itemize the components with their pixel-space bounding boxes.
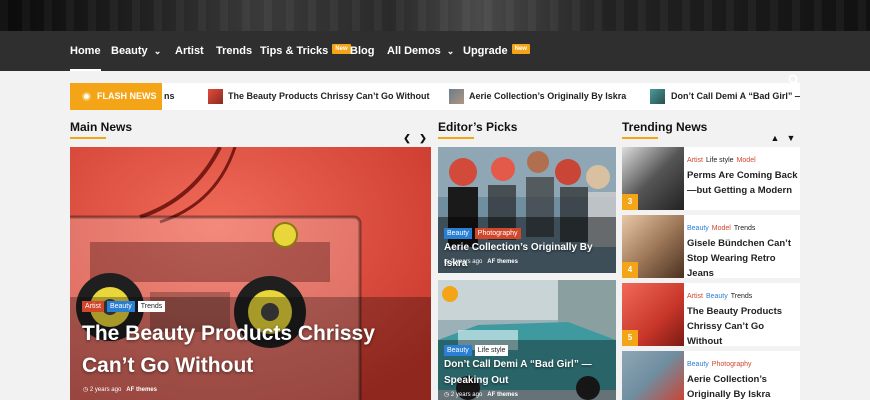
editors-pick-meta: ◷ 2 years ago AF themes — [444, 391, 518, 398]
trending-title[interactable]: Aerie Collection’s Originally By Iskra — [687, 372, 799, 400]
tag-beauty[interactable]: Beauty — [687, 361, 709, 368]
ticker-thumb — [449, 89, 464, 104]
trending-title[interactable]: Perms Are Coming Back—but Getting a Mode… — [687, 168, 799, 198]
tag-artist[interactable]: Artist — [687, 157, 703, 164]
ticker-item[interactable]: Aerie Collection’s Originally By Iskra — [469, 83, 626, 110]
nav-label: Upgrade — [463, 45, 508, 57]
clock-icon: ◷ — [444, 259, 450, 265]
header-banner — [0, 0, 870, 31]
tag-artist[interactable]: Artist — [687, 293, 703, 300]
trending-thumb — [622, 351, 684, 400]
flash-news-label: FLASH NEWS — [70, 83, 162, 110]
tag-beauty[interactable]: Beauty — [444, 228, 472, 239]
nav-item-artist[interactable]: Artist — [175, 31, 204, 71]
section-underline — [70, 137, 106, 139]
chevron-left-icon[interactable]: ❮ — [400, 131, 414, 145]
main-feature-tags: Artist Beauty Trends — [82, 301, 166, 312]
tag-photography[interactable]: Photography — [712, 361, 752, 368]
nav-item-upgrade[interactable]: Upgrade New — [463, 31, 530, 71]
clock-icon: ◷ — [444, 392, 450, 398]
trending-tags: Beauty Photography — [687, 361, 755, 368]
chevron-down-icon[interactable]: ▼ — [784, 131, 798, 145]
flash-news-bar: FLASH NEWS ns The Beauty Products Chriss… — [70, 83, 800, 110]
trending-item[interactable]: Beauty Photography Aerie Collection’s Ori… — [622, 351, 800, 400]
section-title-trending-news: Trending News — [622, 120, 708, 134]
editors-pick-meta: ◷ 2 years ago AF themes — [444, 258, 518, 265]
trending-rank: 4 — [622, 262, 638, 278]
tag-life-style[interactable]: Life style — [706, 157, 734, 164]
trending-tags: Artist Beauty Trends — [687, 293, 755, 300]
editors-pick-tags: Beauty Photography — [444, 228, 521, 239]
main-nav: Home Beauty ⌄ Artist Trends Tips & Tricks… — [0, 31, 870, 86]
tag-model[interactable]: Model — [712, 225, 731, 232]
editors-pick-title[interactable]: Don’t Call Demi A “Bad Girl” — Speaking … — [444, 357, 614, 389]
tag-trends[interactable]: Trends — [137, 301, 166, 312]
tag-trends[interactable]: Trends — [731, 293, 753, 300]
editors-pick-title[interactable]: Aerie Collection’s Originally By Iskra — [444, 240, 614, 272]
trending-title[interactable]: The Beauty Products Chrissy Can’t Go Wit… — [687, 304, 799, 349]
chevron-up-icon[interactable]: ▲ — [768, 131, 782, 145]
flash-label-text: FLASH NEWS — [97, 91, 157, 101]
nav-label: Artist — [175, 45, 204, 57]
ticker-item[interactable]: Don’t Call Demi A “Bad Girl” — — [671, 83, 800, 110]
trending-rank: 5 — [622, 330, 638, 346]
section-underline — [438, 137, 474, 139]
trending-tags: Artist Life style Model — [687, 157, 759, 164]
main-feature-meta: ◷ 2 years ago AF themes — [83, 386, 157, 393]
nav-item-all-demos[interactable]: All Demos ⌄ — [387, 31, 454, 71]
ticker-item[interactable]: ns — [164, 83, 175, 110]
tag-artist[interactable]: Artist — [82, 301, 104, 312]
main-feature-title[interactable]: The Beauty Products Chrissy Can’t Go Wit… — [82, 318, 427, 382]
nav-item-home[interactable]: Home — [70, 31, 101, 71]
section-underline — [622, 137, 658, 139]
chevron-down-icon: ⌄ — [446, 46, 455, 56]
ticker-item[interactable]: The Beauty Products Chrissy Can’t Go Wit… — [228, 83, 429, 110]
tag-photography[interactable]: Photography — [474, 228, 521, 239]
post-time: 2 years ago — [450, 259, 483, 265]
tag-model[interactable]: Model — [737, 157, 756, 164]
flash-dot-icon — [82, 92, 91, 101]
post-time: 2 years ago — [450, 392, 483, 398]
post-author[interactable]: AF themes — [487, 392, 518, 398]
clock-icon: ◷ — [83, 387, 89, 393]
nav-item-tips-tricks[interactable]: Tips & Tricks New — [260, 31, 351, 71]
page: Home Beauty ⌄ Artist Trends Tips & Tricks… — [0, 0, 870, 400]
nav-item-beauty[interactable]: Beauty ⌄ — [111, 31, 161, 71]
chevron-down-icon: ⌄ — [153, 46, 162, 56]
nav-label: Trends — [216, 45, 253, 57]
nav-item-trends[interactable]: Trends — [216, 31, 252, 71]
tag-life-style[interactable]: Life style — [474, 345, 509, 356]
trending-tags: Beauty Model Trends — [687, 225, 758, 232]
trending-item[interactable]: 5 Artist Beauty Trends The Beauty Products… — [622, 283, 800, 349]
section-title-editors-picks: Editor’s Picks — [438, 120, 518, 134]
nav-label: Blog — [350, 45, 375, 57]
section-title-main-news: Main News — [70, 120, 133, 134]
nav-label: Beauty — [111, 45, 148, 57]
tag-trends[interactable]: Trends — [734, 225, 756, 232]
camera-icon — [442, 286, 458, 302]
tag-beauty[interactable]: Beauty — [444, 345, 472, 356]
nav-label: All Demos — [387, 45, 441, 57]
new-badge: New — [511, 44, 530, 54]
trending-item[interactable]: 3 Artist Life style Model Perms Are Coming… — [622, 147, 800, 210]
ticker-thumb — [650, 89, 665, 104]
chevron-right-icon[interactable]: ❯ — [416, 131, 430, 145]
post-author[interactable]: AF themes — [487, 259, 518, 265]
post-time: 2 years ago — [89, 387, 122, 393]
post-author[interactable]: AF themes — [126, 387, 157, 393]
editors-pick-tags: Beauty Life style — [444, 345, 509, 356]
tag-beauty[interactable]: Beauty — [106, 301, 135, 312]
trending-rank: 3 — [622, 194, 638, 210]
nav-label: Tips & Tricks — [260, 45, 329, 57]
nav-item-blog[interactable]: Blog — [350, 31, 374, 71]
trending-item[interactable]: 4 Beauty Model Trends Gisele Bündchen Can’… — [622, 215, 800, 281]
tag-beauty[interactable]: Beauty — [687, 225, 709, 232]
trending-title[interactable]: Gisele Bündchen Can’t Stop Wearing Retro… — [687, 236, 799, 281]
tag-beauty[interactable]: Beauty — [706, 293, 728, 300]
ticker-thumb — [208, 89, 223, 104]
nav-label: Home — [70, 45, 101, 57]
new-badge: New — [332, 44, 351, 54]
